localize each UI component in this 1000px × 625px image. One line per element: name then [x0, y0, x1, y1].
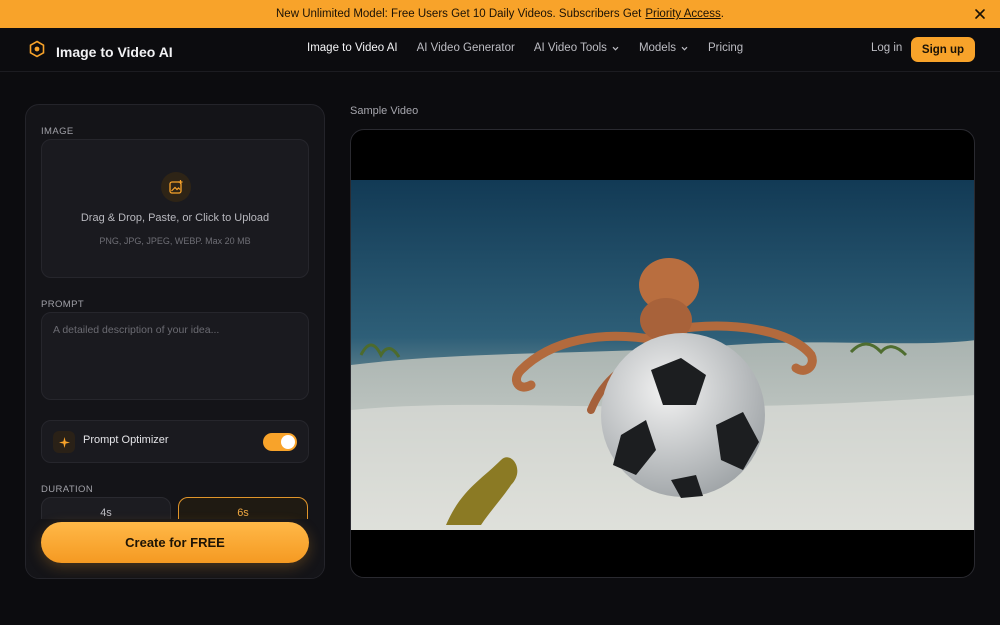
- signup-button[interactable]: Sign up: [911, 37, 975, 62]
- sample-video-frame: [351, 180, 974, 530]
- prompt-optimizer-row: Prompt Optimizer: [41, 420, 309, 463]
- banner-text: New Unlimited Model: Free Users Get 10 D…: [276, 8, 642, 20]
- image-upload-icon: [161, 172, 191, 202]
- banner-priority-link[interactable]: Priority Access: [645, 8, 720, 20]
- brand-name: Image to Video AI: [56, 43, 173, 60]
- sample-video-label: Sample Video: [350, 105, 419, 117]
- top-nav-bar: Image to Video AI Image to Video AI AI V…: [0, 28, 1000, 72]
- nav-image-to-video[interactable]: Image to Video AI: [307, 42, 398, 54]
- nav-pricing[interactable]: Pricing: [708, 42, 743, 54]
- sparkle-icon: [53, 431, 75, 453]
- generator-panel: IMAGE Drag & Drop, Paste, or Click to Up…: [25, 104, 325, 579]
- prompt-optimizer-toggle[interactable]: [263, 433, 297, 451]
- sample-video-player[interactable]: [350, 129, 975, 578]
- toggle-knob: [281, 435, 295, 449]
- duration-label: DURATION: [41, 484, 94, 495]
- upload-instructions: Drag & Drop, Paste, or Click to Upload: [80, 212, 270, 224]
- close-icon[interactable]: [972, 6, 988, 22]
- nav-models[interactable]: Models: [639, 42, 689, 54]
- chevron-down-icon: [681, 46, 688, 51]
- brand[interactable]: Image to Video AI: [28, 40, 173, 63]
- image-label: IMAGE: [41, 126, 74, 137]
- banner-suffix: .: [720, 8, 724, 20]
- nav-ai-video-generator[interactable]: AI Video Generator: [417, 42, 515, 54]
- create-button[interactable]: Create for FREE: [41, 522, 309, 563]
- login-link[interactable]: Log in: [871, 42, 902, 54]
- announcement-banner: New Unlimited Model: Free Users Get 10 D…: [0, 0, 1000, 28]
- main-nav: Image to Video AI AI Video Generator AI …: [307, 42, 743, 54]
- nav-ai-video-tools[interactable]: AI Video Tools: [534, 42, 620, 54]
- image-upload-dropzone[interactable]: Drag & Drop, Paste, or Click to Upload P…: [41, 139, 309, 278]
- prompt-optimizer-label: Prompt Optimizer: [83, 434, 169, 446]
- prompt-input[interactable]: [41, 312, 309, 400]
- chevron-down-icon: [612, 46, 619, 51]
- logo-icon: [28, 40, 46, 63]
- upload-formats: PNG, JPG, JPEG, WEBP. Max 20 MB: [99, 236, 251, 246]
- prompt-label: PROMPT: [41, 299, 85, 310]
